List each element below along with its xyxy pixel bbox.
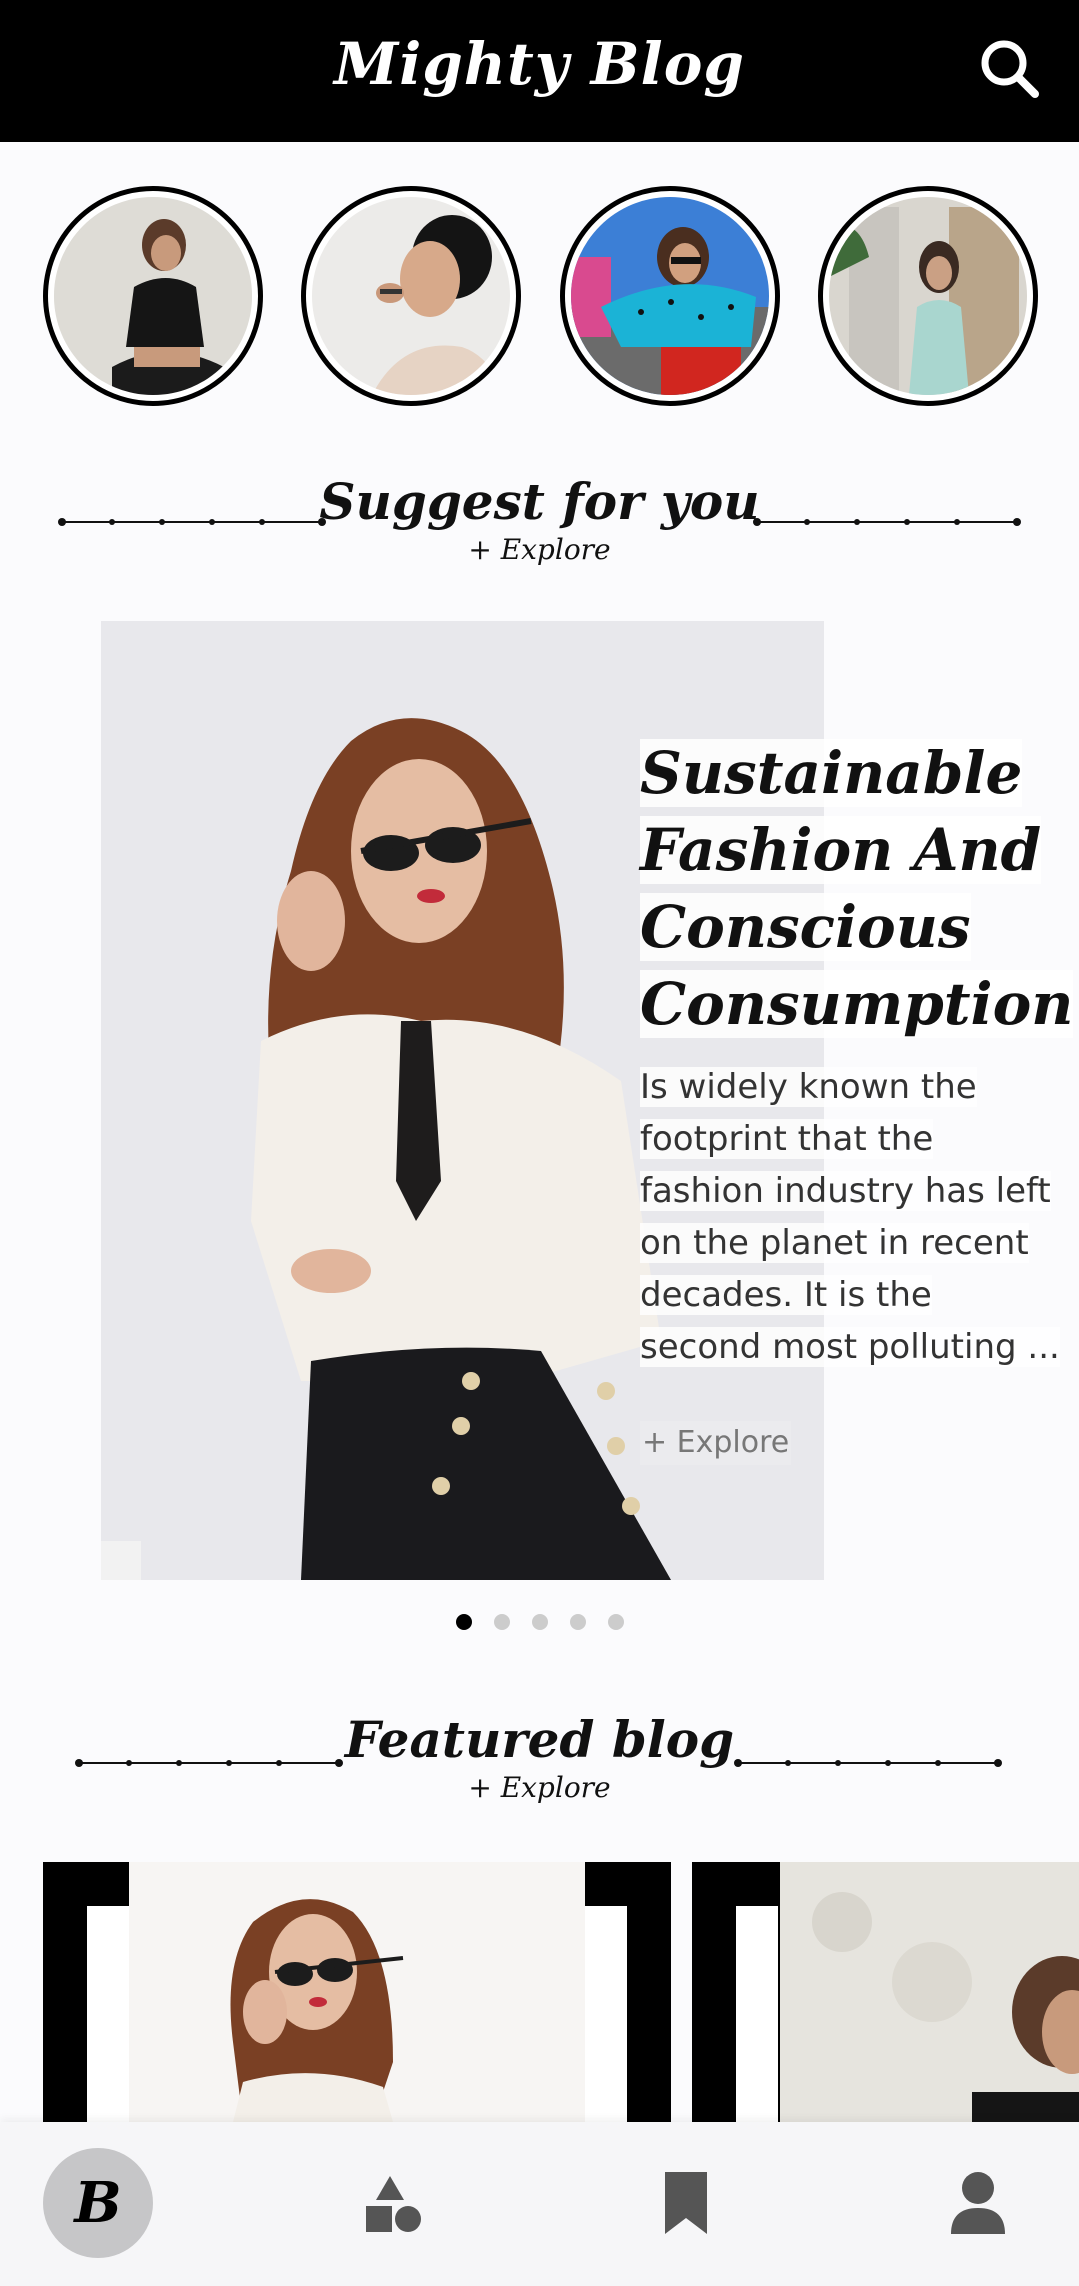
nav-profile[interactable] bbox=[923, 2148, 1033, 2258]
featured-section-header: Featured blog + Explore bbox=[0, 1710, 1079, 1804]
search-icon[interactable] bbox=[977, 36, 1043, 102]
card-title-line: Consumption bbox=[640, 970, 1074, 1038]
story-4[interactable] bbox=[818, 186, 1038, 406]
story-image bbox=[54, 197, 252, 395]
card-excerpt-line: Is widely known the bbox=[640, 1067, 977, 1107]
stories-row bbox=[0, 186, 1079, 406]
story-2[interactable] bbox=[301, 186, 521, 406]
card-excerpt: Is widely known the footprint that the f… bbox=[640, 1061, 1070, 1373]
card-excerpt-line: on the planet in recent bbox=[640, 1223, 1029, 1263]
featured-blog-card[interactable] bbox=[692, 1862, 1079, 2122]
explore-link[interactable]: + Explore bbox=[0, 1771, 1079, 1804]
carousel-pagination bbox=[0, 1614, 1079, 1630]
section-title: Suggest for you bbox=[319, 472, 760, 531]
bookmark-icon bbox=[665, 2172, 707, 2234]
card-title-line: Sustainable bbox=[640, 739, 1023, 807]
story-image bbox=[312, 197, 510, 395]
card-title-line: Conscious bbox=[640, 893, 971, 961]
card-excerpt-line: decades. It is the bbox=[640, 1275, 932, 1315]
story-3[interactable] bbox=[560, 186, 780, 406]
suggest-section-header: Suggest for you + Explore bbox=[0, 472, 1079, 566]
card-title[interactable]: Sustainable Fashion And Conscious Consum… bbox=[640, 735, 1074, 1043]
story-1[interactable] bbox=[43, 186, 263, 406]
card-title-line: Fashion And bbox=[640, 816, 1042, 884]
bottom-navigation: B bbox=[0, 2122, 1079, 2286]
section-title: Featured blog bbox=[344, 1710, 735, 1769]
card-excerpt-line: fashion industry has left bbox=[640, 1171, 1051, 1211]
card-excerpt-line: footprint that the bbox=[640, 1119, 934, 1159]
pagination-dot[interactable] bbox=[493, 1614, 510, 1630]
card-explore-button[interactable]: + Explore bbox=[640, 1421, 792, 1465]
pagination-dot[interactable] bbox=[455, 1614, 472, 1630]
nav-categories[interactable] bbox=[338, 2148, 448, 2258]
story-image bbox=[571, 197, 769, 395]
home-icon: B bbox=[74, 2170, 122, 2236]
story-image bbox=[829, 197, 1027, 395]
suggest-card-text: Sustainable Fashion And Conscious Consum… bbox=[640, 735, 1074, 1373]
pagination-dot[interactable] bbox=[569, 1614, 586, 1630]
explore-link[interactable]: + Explore bbox=[0, 533, 1079, 566]
app-title: Mighty Blog bbox=[334, 30, 745, 98]
nav-bookmarks[interactable] bbox=[631, 2148, 741, 2258]
app-bar: Mighty Blog bbox=[0, 0, 1079, 142]
categories-icon bbox=[366, 2176, 421, 2232]
pagination-dot[interactable] bbox=[531, 1614, 548, 1630]
featured-blog-card[interactable] bbox=[43, 1862, 671, 2122]
card-excerpt-line: second most polluting ... bbox=[640, 1327, 1060, 1367]
pagination-dot[interactable] bbox=[607, 1614, 624, 1630]
nav-home[interactable]: B bbox=[43, 2148, 153, 2258]
profile-icon bbox=[951, 2172, 1005, 2234]
